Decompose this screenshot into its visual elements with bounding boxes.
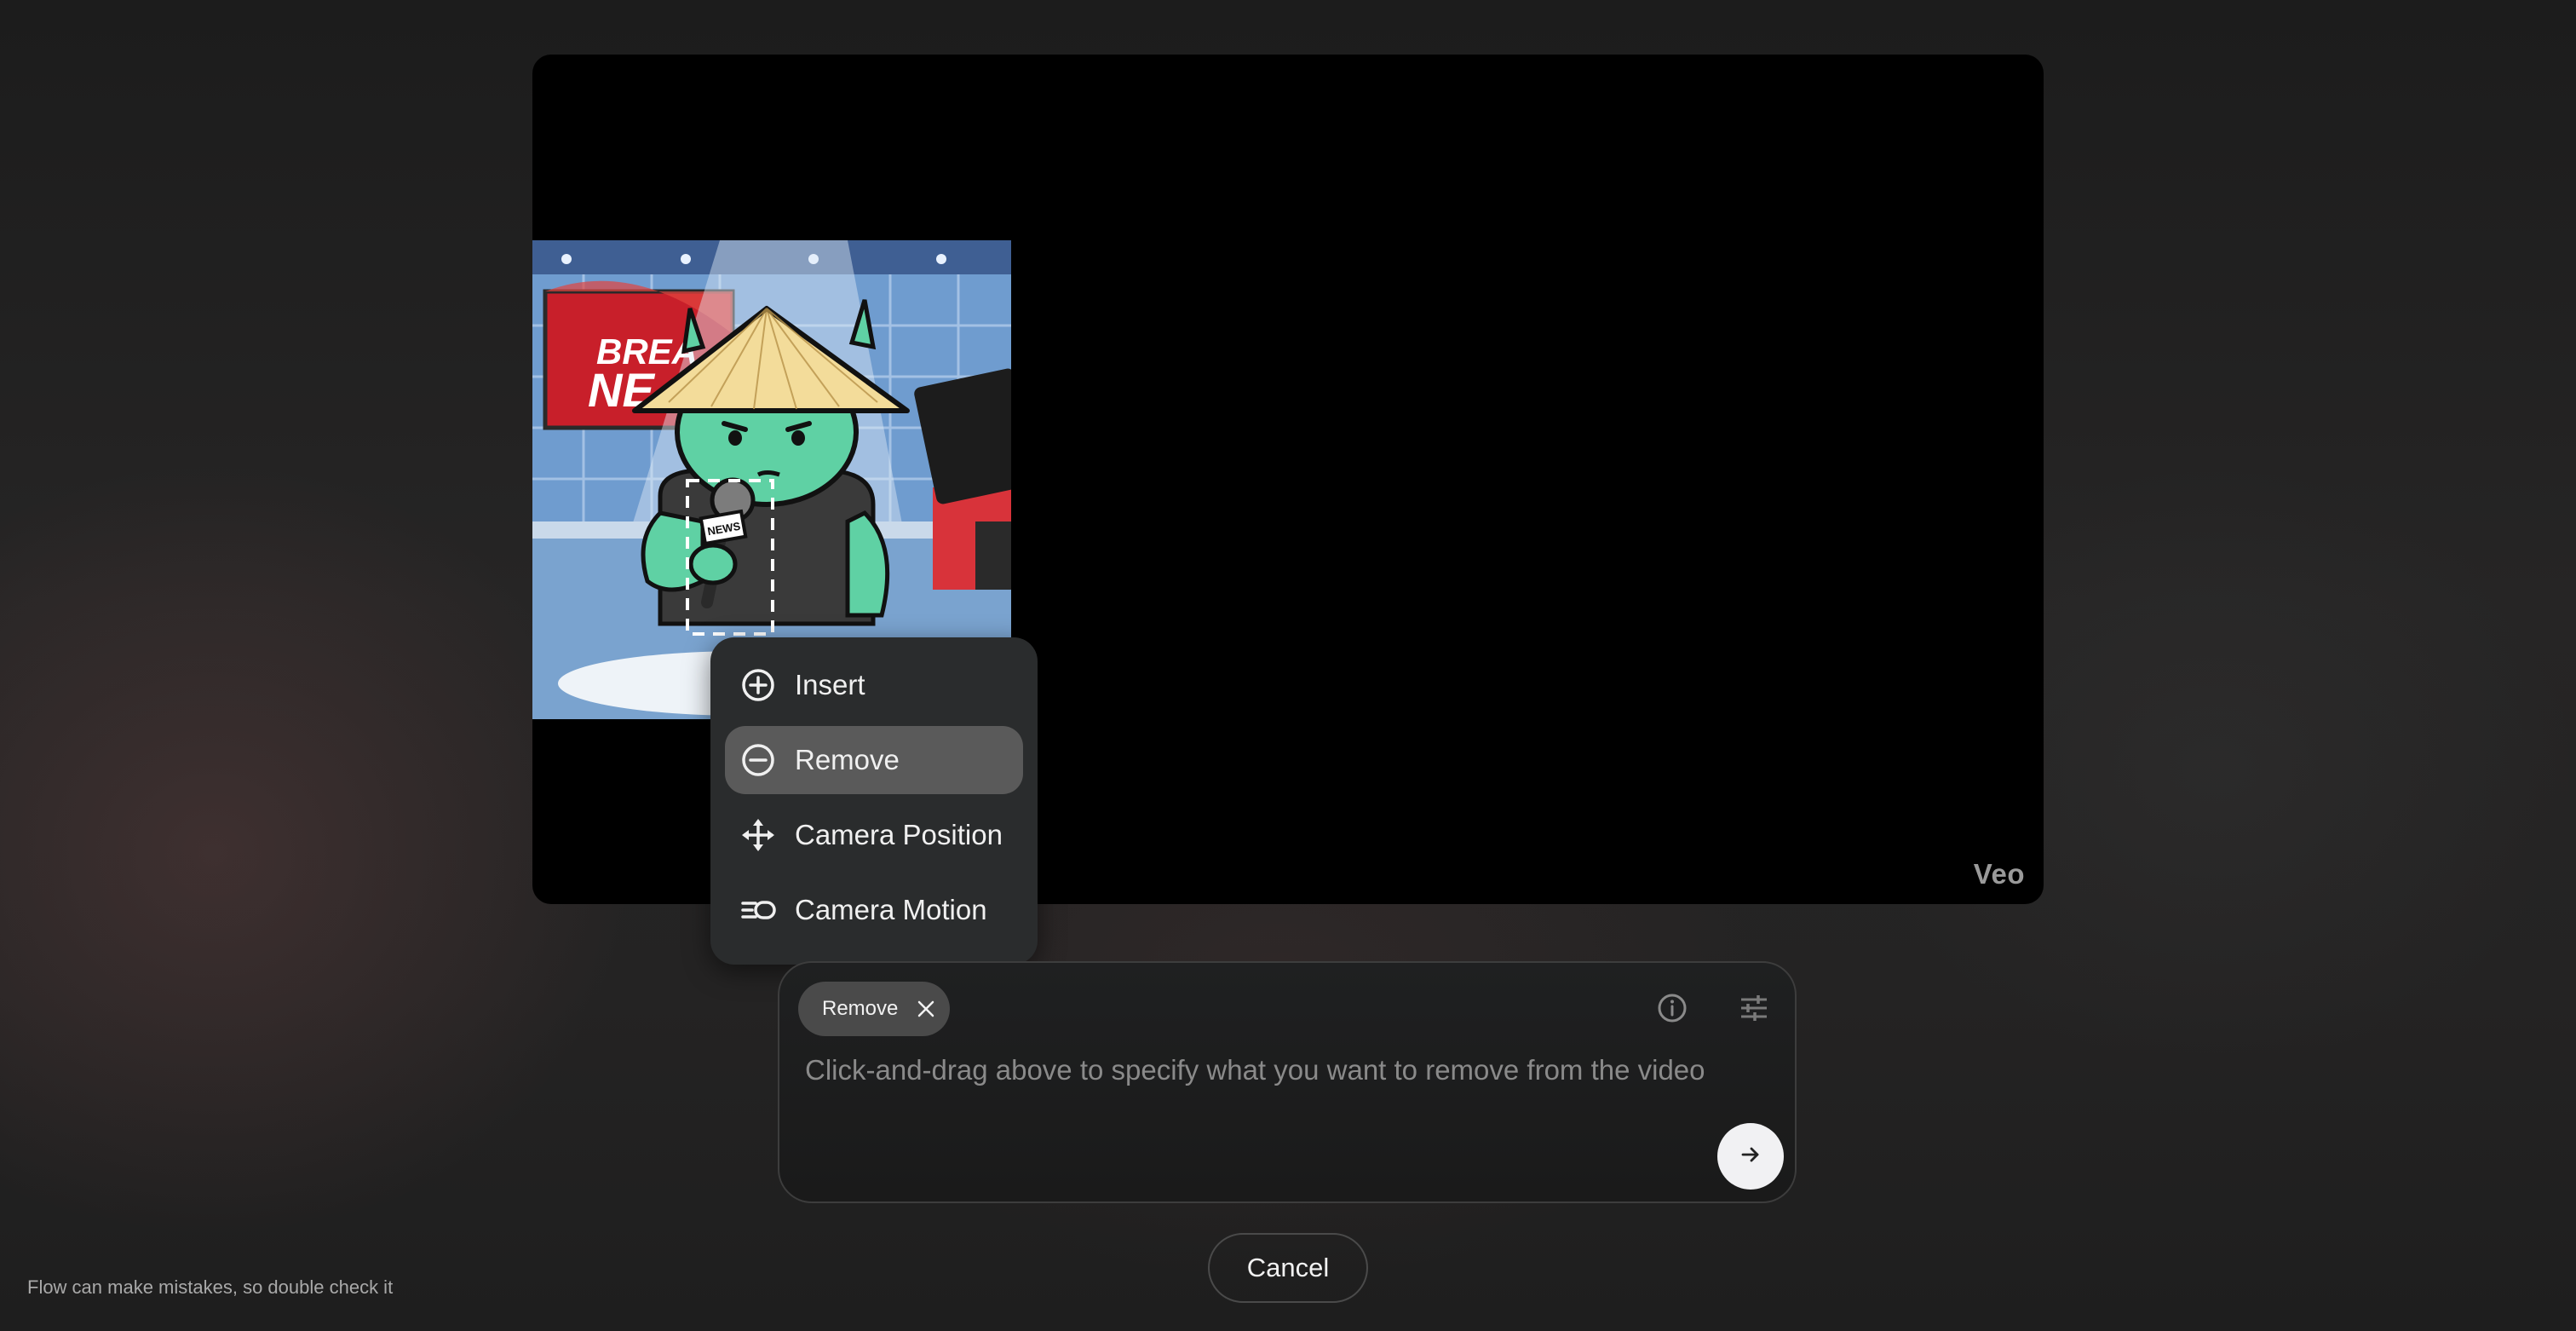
send-button[interactable]	[1717, 1123, 1784, 1190]
prompt-input[interactable]	[803, 1048, 1744, 1092]
menu-item-insert[interactable]: Insert	[725, 651, 1023, 719]
plus-circle-icon	[740, 667, 776, 703]
prompt-composer: Remove	[778, 961, 1797, 1203]
tune-icon	[1738, 992, 1770, 1028]
camera-motion-icon	[740, 892, 776, 928]
settings-button[interactable]	[1734, 989, 1774, 1030]
edit-type-menu: Insert Remove Camera Position Camera Mot…	[710, 637, 1038, 965]
arrow-right-icon	[1739, 1143, 1762, 1171]
menu-item-camera-motion[interactable]: Camera Motion	[725, 876, 1023, 944]
close-icon[interactable]	[916, 999, 936, 1019]
menu-item-label: Camera Motion	[795, 894, 987, 925]
chip-label: Remove	[822, 997, 899, 1020]
minus-circle-icon	[740, 742, 776, 778]
menu-item-label: Insert	[795, 669, 865, 700]
move-arrows-icon	[740, 817, 776, 853]
menu-item-camera-position[interactable]: Camera Position	[725, 801, 1023, 869]
veo-watermark: Veo	[1973, 858, 2025, 890]
cancel-button[interactable]: Cancel	[1208, 1233, 1368, 1303]
remove-chip[interactable]: Remove	[798, 982, 950, 1036]
menu-item-label: Remove	[795, 744, 900, 775]
info-icon	[1656, 992, 1688, 1028]
info-button[interactable]	[1652, 989, 1693, 1030]
menu-item-label: Camera Position	[795, 819, 1003, 850]
menu-item-remove[interactable]: Remove	[725, 726, 1023, 794]
disclaimer-text: Flow can make mistakes, so double check …	[27, 1276, 394, 1298]
